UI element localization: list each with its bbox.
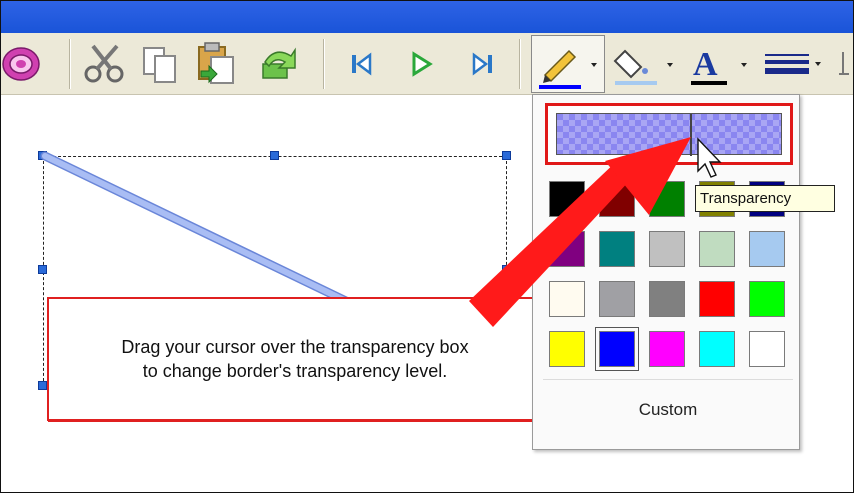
cut-icon[interactable]: [79, 41, 131, 87]
transparency-highlight: [545, 103, 793, 165]
color-picker-popup: Custom: [532, 94, 800, 450]
transparency-slider[interactable]: [556, 113, 782, 156]
color-swatch[interactable]: [749, 231, 785, 267]
fill-color-icon[interactable]: [607, 41, 681, 87]
svg-text:A: A: [693, 46, 718, 83]
color-swatch[interactable]: [699, 281, 735, 317]
color-swatch[interactable]: [599, 231, 635, 267]
color-swatch[interactable]: [649, 231, 685, 267]
application-window: A Drag your cursor over the transparency…: [0, 0, 854, 493]
color-swatch[interactable]: [649, 331, 685, 367]
color-swatch[interactable]: [549, 181, 585, 217]
pen-color-icon[interactable]: [531, 35, 605, 93]
instruction-callout: Drag your cursor over the transparency b…: [47, 297, 543, 421]
callout-line-2: to change border's transparency level.: [142, 361, 448, 381]
last-icon[interactable]: [463, 41, 503, 87]
color-swatch[interactable]: [549, 331, 585, 367]
color-swatch[interactable]: [549, 281, 585, 317]
undo-icon[interactable]: [251, 41, 301, 87]
font-color-icon[interactable]: A: [683, 41, 753, 87]
color-swatch[interactable]: [595, 327, 639, 371]
color-swatch[interactable]: [699, 331, 735, 367]
color-swatch[interactable]: [599, 181, 635, 217]
color-swatch[interactable]: [549, 231, 585, 267]
color-swatch[interactable]: [749, 331, 785, 367]
custom-color-button[interactable]: Custom: [543, 387, 793, 433]
title-bar: [1, 1, 853, 33]
copy-icon[interactable]: [135, 41, 185, 87]
first-icon[interactable]: [341, 41, 381, 87]
more-icon[interactable]: [835, 41, 853, 87]
transparency-tooltip: Transparency: [695, 185, 835, 212]
color-swatch[interactable]: [699, 231, 735, 267]
toolbar-separator: [323, 39, 325, 89]
callout-line-1: Drag your cursor over the transparency b…: [121, 337, 469, 357]
color-swatch[interactable]: [749, 281, 785, 317]
color-swatch[interactable]: [649, 181, 685, 217]
toolbar-separator: [69, 39, 71, 89]
disc-icon[interactable]: [1, 41, 45, 87]
toolbar-separator: [519, 39, 521, 89]
play-icon[interactable]: [401, 41, 441, 87]
divider: [543, 379, 793, 380]
color-swatch[interactable]: [649, 281, 685, 317]
paste-icon[interactable]: [191, 41, 243, 87]
toolbar: A: [1, 33, 853, 95]
color-swatch[interactable]: [599, 281, 635, 317]
transparency-marker[interactable]: [690, 114, 692, 156]
line-style-icon[interactable]: [757, 41, 829, 87]
